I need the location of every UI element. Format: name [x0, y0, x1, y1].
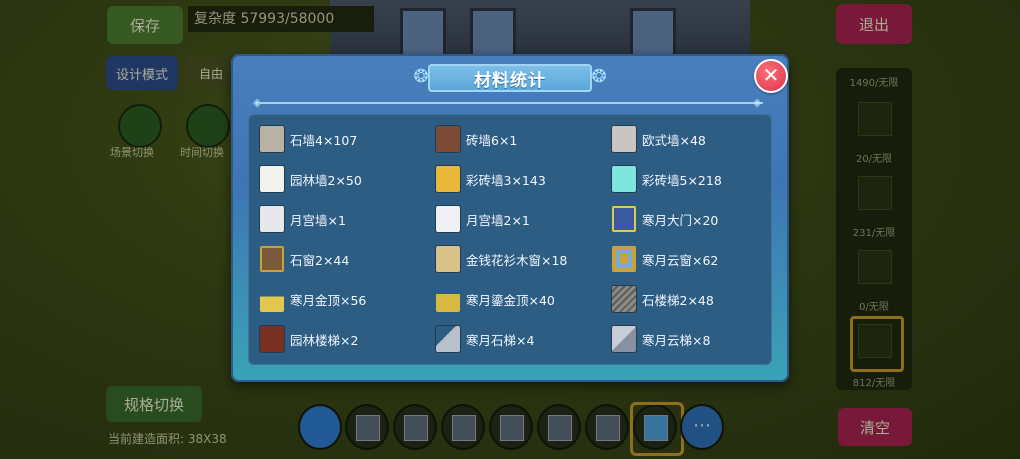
list-item: 寒月云窗×62: [612, 244, 718, 274]
item-label: 寒月金顶×56: [290, 292, 367, 308]
moon-palace-wall-icon: [260, 206, 284, 232]
list-item: 园林墙2×50: [260, 164, 362, 194]
stone-ladder-icon: [436, 326, 460, 352]
stone-stairs-icon: [612, 286, 636, 312]
list-item: 寒月金顶×56: [260, 284, 366, 314]
item-label: 砖墙6×1: [466, 132, 518, 148]
ornament-left-icon: ❂: [413, 66, 429, 87]
item-label: 寒月鎏金顶×40: [466, 292, 555, 308]
list-item: 石楼梯2×48: [612, 284, 714, 314]
list-item: 欧式墙×48: [612, 124, 706, 154]
item-label: 月宫墙×1: [290, 212, 346, 228]
moon-palace-wall-icon: [436, 206, 460, 232]
list-item: 石窗2×44: [260, 244, 349, 274]
divider-ornament-icon: ◈: [753, 96, 762, 109]
list-item: 寒月大门×20: [612, 204, 718, 234]
item-label: 寒月石梯×4: [466, 332, 535, 348]
item-label: 彩砖墙3×143: [466, 172, 546, 188]
list-item: 月宫墙×1: [260, 204, 346, 234]
item-label: 寒月云窗×62: [642, 252, 719, 268]
close-icon[interactable]: ✕: [754, 59, 788, 93]
list-item: 彩砖墙3×143: [436, 164, 546, 194]
european-wall-icon: [612, 126, 636, 152]
stone-window-icon: [260, 246, 284, 272]
stone-wall-icon: [260, 126, 284, 152]
item-label: 欧式墙×48: [642, 132, 706, 148]
cloud-ladder-icon: [612, 326, 636, 352]
item-label: 金钱花衫木窗×18: [466, 252, 568, 268]
garden-stairs-icon: [260, 326, 284, 352]
color-brick-wall-icon: [612, 166, 636, 192]
item-label: 寒月云梯×8: [642, 332, 711, 348]
material-stats-dialog: ❂ ❂ 材料统计 ✕ ◈ ◈ 石墙4×107 砖墙6×1 欧式墙×48 园林墙2…: [231, 54, 789, 382]
cold-moon-gate-icon: [612, 206, 636, 232]
dialog-title-bar: ❂ ❂ 材料统计: [410, 64, 610, 92]
list-item: 寒月云梯×8: [612, 324, 710, 354]
item-label: 石楼梯2×48: [642, 292, 714, 308]
gilded-roof-icon: [436, 286, 460, 312]
item-label: 石墙4×107: [290, 132, 358, 148]
color-brick-wall-icon: [436, 166, 460, 192]
wood-window-icon: [436, 246, 460, 272]
item-label: 石窗2×44: [290, 252, 350, 268]
list-item: 寒月石梯×4: [436, 324, 534, 354]
brick-wall-icon: [436, 126, 460, 152]
item-label: 园林楼梯×2: [290, 332, 359, 348]
item-label: 寒月大门×20: [642, 212, 719, 228]
list-item: 寒月鎏金顶×40: [436, 284, 555, 314]
list-item: 石墙4×107: [260, 124, 357, 154]
item-label: 彩砖墙5×218: [642, 172, 722, 188]
item-label: 园林墙2×50: [290, 172, 362, 188]
cloud-window-icon: [612, 246, 636, 272]
item-label: 月宫墙2×1: [466, 212, 530, 228]
list-item: 月宫墙2×1: [436, 204, 530, 234]
list-item: 彩砖墙5×218: [612, 164, 722, 194]
divider: [257, 102, 763, 104]
dialog-title: 材料统计: [474, 70, 546, 91]
ornament-right-icon: ❂: [591, 66, 607, 87]
garden-wall-icon: [260, 166, 284, 192]
list-item: 砖墙6×1: [436, 124, 517, 154]
list-item: 园林楼梯×2: [260, 324, 358, 354]
list-item: 金钱花衫木窗×18: [436, 244, 567, 274]
gold-roof-icon: [260, 286, 284, 312]
material-list: 石墙4×107 砖墙6×1 欧式墙×48 园林墙2×50 彩砖墙3×143 彩砖…: [248, 114, 772, 365]
